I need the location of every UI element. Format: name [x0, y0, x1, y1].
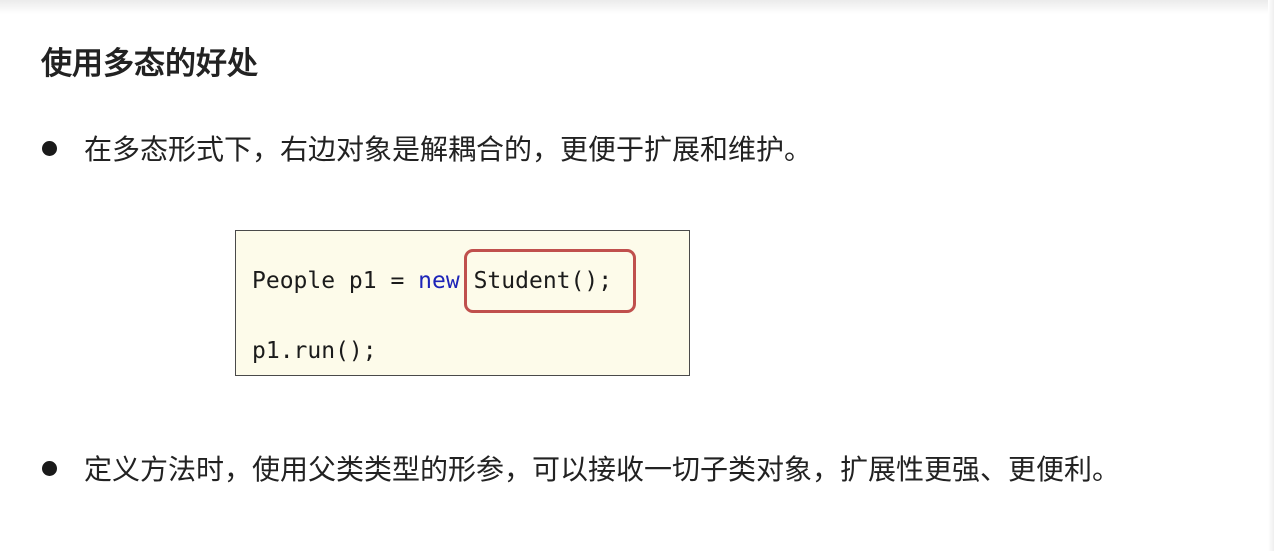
code-keyword-new: new	[418, 268, 460, 294]
top-shadow	[0, 0, 1274, 14]
highlighted-constructor: Student();	[463, 249, 636, 313]
code-line-declaration: People p1 = new Student();	[252, 249, 636, 313]
code-example-box: People p1 = new Student(); p1.run();	[235, 230, 690, 376]
bullet-text: 在多态形式下，右边对象是解耦合的，更便于扩展和维护。	[84, 133, 813, 166]
bullet-dot-icon	[42, 140, 57, 156]
code-line-method-call: p1.run();	[252, 338, 377, 364]
bullet-dot-icon	[42, 460, 57, 476]
bullet-item-decoupling: 在多态形式下，右边对象是解耦合的，更便于扩展和维护。	[42, 128, 812, 168]
code-text: People p1 =	[252, 268, 419, 294]
bullet-item-parameter: 定义方法时，使用父类类型的形参，可以接收一切子类对象，扩展性更强、更便利。	[42, 448, 1120, 488]
highlight-box	[463, 249, 636, 313]
right-edge-shadow	[1268, 0, 1274, 551]
slide-title: 使用多态的好处	[41, 46, 258, 82]
bullet-text: 定义方法时，使用父类类型的形参，可以接收一切子类对象，扩展性更强、更便利。	[84, 453, 1121, 486]
